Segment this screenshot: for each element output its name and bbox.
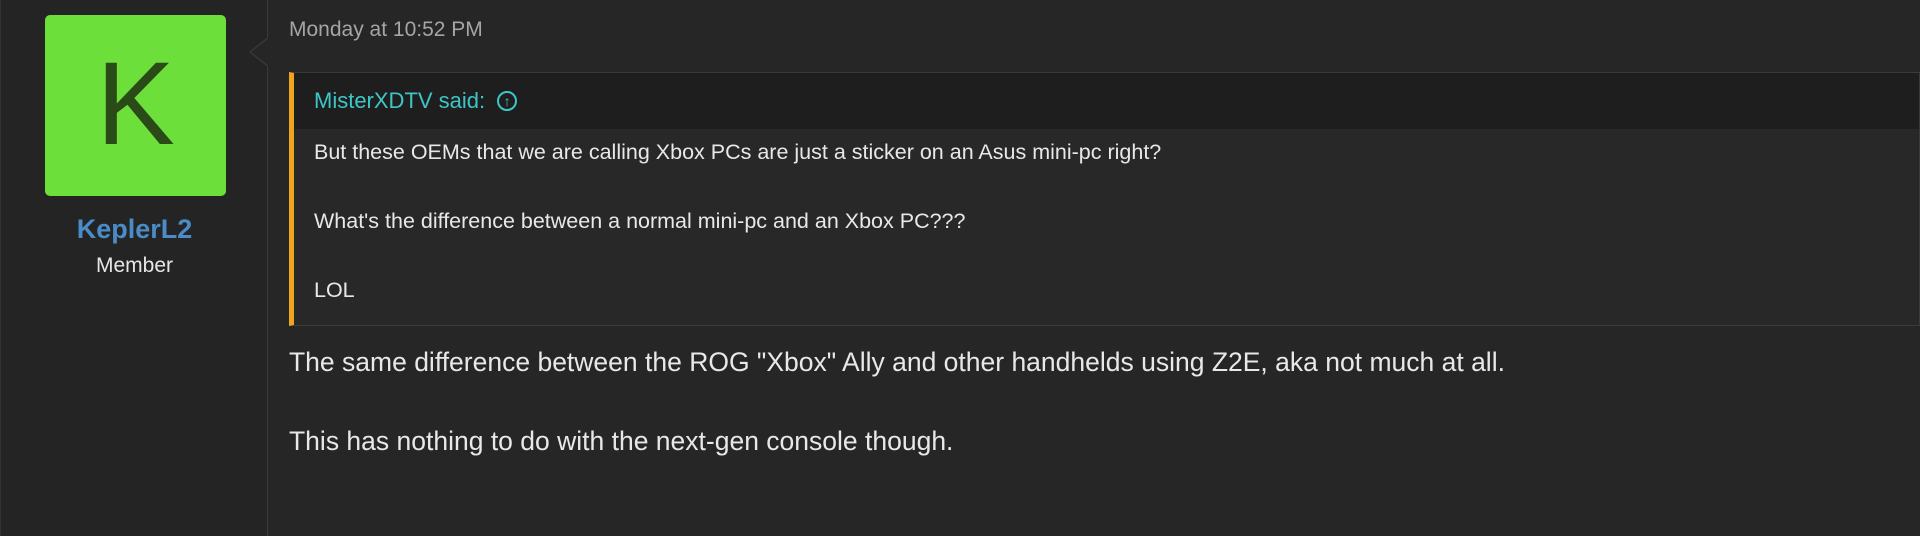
post-timestamp[interactable]: Monday at 10:52 PM [289, 18, 483, 42]
avatar-letter: K [96, 37, 175, 170]
quote-line: What's the difference between a normal m… [314, 209, 966, 233]
quote-header[interactable]: MisterXDTV said: ↑ [294, 73, 1919, 129]
quote-author[interactable]: MisterXDTV said: [314, 88, 485, 114]
quote-line: LOL [314, 278, 355, 302]
post-pointer [251, 38, 269, 66]
post-user-column: K KeplerL2 Member [1, 0, 268, 536]
forum-post: K KeplerL2 Member Monday at 10:52 PM Mis… [0, 0, 1920, 536]
post-paragraph: This has nothing to do with the next-gen… [289, 426, 954, 456]
post-paragraph: The same difference between the ROG "Xbo… [289, 347, 1505, 377]
quote-line: But these OEMs that we are calling Xbox … [314, 140, 1162, 164]
avatar[interactable]: K [45, 15, 226, 196]
post-body: The same difference between the ROG "Xbo… [289, 345, 1505, 503]
quote-body: But these OEMs that we are calling Xbox … [294, 129, 1919, 346]
quote-block: MisterXDTV said: ↑ But these OEMs that w… [289, 72, 1920, 326]
arrow-up-circle-icon[interactable]: ↑ [497, 91, 518, 111]
post-main: Monday at 10:52 PM MisterXDTV said: ↑ Bu… [289, 0, 1920, 536]
username-link[interactable]: KeplerL2 [1, 214, 268, 245]
user-title: Member [95, 254, 174, 277]
